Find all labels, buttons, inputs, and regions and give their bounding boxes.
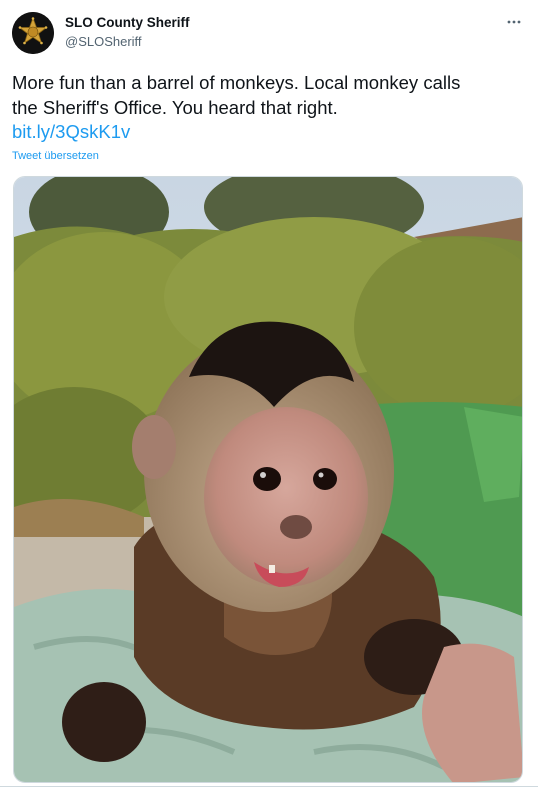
tweet: SLO County Sheriff @SLOSheriff More fun … [0, 0, 538, 798]
more-options-button[interactable] [504, 12, 524, 32]
account-name[interactable]: SLO County Sheriff [65, 15, 190, 30]
tweet-text-line: More fun than a barrel of monkeys. Local… [12, 72, 461, 93]
tweet-link[interactable]: bit.ly/3QskK1v [12, 121, 130, 143]
capuchin-monkey-photo [14, 177, 522, 782]
tweet-text-line: the Sheriff's Office. You heard that rig… [12, 97, 338, 118]
account-handle[interactable]: @SLOSheriff [65, 34, 142, 49]
bottom-divider [0, 786, 538, 787]
sheriff-star-badge-icon [12, 12, 54, 54]
profile-avatar[interactable] [12, 12, 54, 54]
more-options-icon [507, 20, 521, 24]
tweet-photo[interactable] [13, 176, 523, 783]
tweet-text: More fun than a barrel of monkeys. Local… [12, 70, 527, 120]
translate-tweet-link[interactable]: Tweet übersetzen [12, 150, 99, 162]
